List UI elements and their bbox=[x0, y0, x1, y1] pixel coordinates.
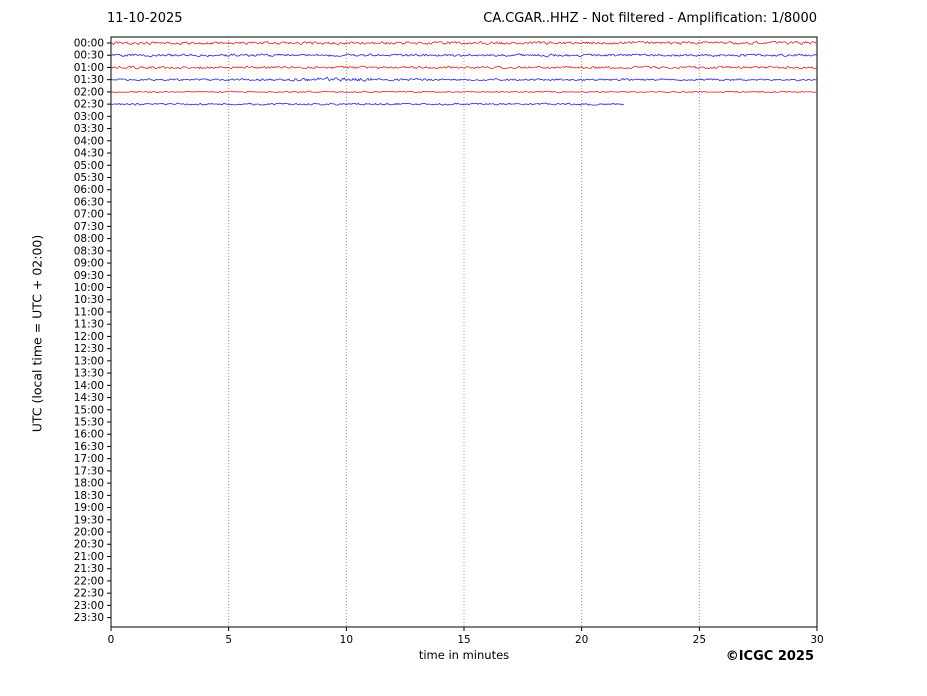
y-tick-label: 11:30 bbox=[74, 319, 104, 331]
y-tick-label: 15:30 bbox=[74, 416, 104, 428]
y-tick-label: 18:00 bbox=[74, 478, 104, 490]
y-tick-label: 16:00 bbox=[74, 429, 104, 441]
y-tick-label: 10:00 bbox=[74, 282, 104, 294]
helicorder-page: 11-10-2025 CA.CGAR..HHZ - Not filtered -… bbox=[0, 0, 927, 696]
x-tick-label: 5 bbox=[225, 634, 232, 646]
seismogram-trace-0130 bbox=[110, 76, 818, 82]
y-tick-label: 12:00 bbox=[74, 331, 104, 343]
y-tick-label: 21:30 bbox=[74, 563, 104, 575]
y-tick-label: 06:00 bbox=[74, 184, 104, 196]
y-tick-label: 14:30 bbox=[74, 392, 104, 404]
y-tick-label: 23:00 bbox=[74, 600, 104, 612]
y-tick-label: 20:00 bbox=[74, 527, 104, 539]
y-tick-label: 02:00 bbox=[74, 86, 104, 98]
y-tick-label: 05:00 bbox=[74, 160, 104, 172]
gridlines bbox=[228, 37, 700, 627]
y-tick-label: 08:30 bbox=[74, 245, 104, 257]
y-tick-label: 13:30 bbox=[74, 368, 104, 380]
y-tick-label: 06:30 bbox=[74, 196, 104, 208]
y-tick-label: 18:30 bbox=[74, 490, 104, 502]
y-tick-label: 04:30 bbox=[74, 148, 104, 160]
y-tick-label: 11:00 bbox=[74, 306, 104, 318]
x-tick-label: 20 bbox=[575, 634, 588, 646]
y-tick-label: 22:30 bbox=[74, 588, 104, 600]
y-tick-label: 15:00 bbox=[74, 404, 104, 416]
y-tick-label: 08:00 bbox=[74, 233, 104, 245]
y-tick-label: 14:00 bbox=[74, 380, 104, 392]
y-tick-label: 16:30 bbox=[74, 441, 104, 453]
y-tick-label: 07:30 bbox=[74, 221, 104, 233]
y-tick-label: 01:00 bbox=[74, 62, 104, 74]
seismogram-trace-0230 bbox=[110, 102, 625, 106]
helicorder-plot: 00:0000:3001:0001:3002:0002:3003:0003:30… bbox=[74, 36, 824, 646]
y-tick-label: 00:00 bbox=[74, 38, 104, 50]
y-tick-label: 21:00 bbox=[74, 551, 104, 563]
x-axis-ticks: 0 5 10 15 20 25 30 bbox=[108, 627, 824, 646]
y-tick-label: 19:00 bbox=[74, 502, 104, 514]
y-tick-label: 19:30 bbox=[74, 514, 104, 526]
y-tick-label: 13:00 bbox=[74, 355, 104, 367]
y-tick-label: 07:00 bbox=[74, 209, 104, 221]
y-tick-label: 20:30 bbox=[74, 539, 104, 551]
y-tick-label: 10:30 bbox=[74, 294, 104, 306]
x-axis-label: time in minutes bbox=[418, 648, 510, 662]
y-tick-label: 03:00 bbox=[74, 111, 104, 123]
y-tick-label: 09:30 bbox=[74, 270, 104, 282]
y-tick-label: 17:30 bbox=[74, 465, 104, 477]
x-tick-label: 25 bbox=[693, 634, 706, 646]
y-tick-label: 00:30 bbox=[74, 50, 104, 62]
x-tick-label: 0 bbox=[108, 634, 115, 646]
y-tick-label: 17:00 bbox=[74, 453, 104, 465]
y-tick-label: 22:00 bbox=[74, 575, 104, 587]
y-axis-ticks: 00:0000:3001:0001:3002:0002:3003:0003:30… bbox=[74, 38, 111, 624]
y-tick-label: 01:30 bbox=[74, 74, 104, 86]
y-tick-label: 02:30 bbox=[74, 99, 104, 111]
x-tick-label: 15 bbox=[457, 634, 470, 646]
y-tick-label: 05:30 bbox=[74, 172, 104, 184]
y-tick-label: 04:00 bbox=[74, 135, 104, 147]
x-tick-label: 30 bbox=[810, 634, 823, 646]
x-tick-label: 10 bbox=[340, 634, 353, 646]
y-tick-label: 03:30 bbox=[74, 123, 104, 135]
y-tick-label: 12:30 bbox=[74, 343, 104, 355]
y-tick-label: 23:30 bbox=[74, 612, 104, 624]
credit-text: ©ICGC 2025 bbox=[725, 649, 814, 664]
y-tick-label: 09:00 bbox=[74, 258, 104, 270]
seismogram-trace-0000 bbox=[110, 40, 818, 46]
